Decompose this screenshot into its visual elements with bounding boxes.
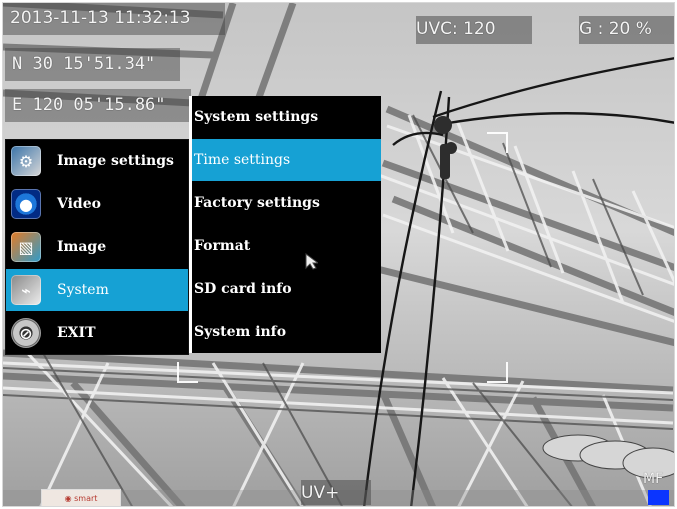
submenu-item-system-info[interactable]: System info <box>192 311 381 353</box>
menu-item-label: Image <box>57 239 107 255</box>
submenu-item-sd-card-info[interactable]: SD card info <box>192 268 381 310</box>
focus-frame-bottom-left-corner <box>177 362 198 383</box>
menu-item-label: System <box>57 282 109 298</box>
exit-icon: ⊘ <box>11 318 41 348</box>
menu-item-image[interactable]: ▧ Image <box>6 226 188 268</box>
image-icon: ▧ <box>11 232 41 262</box>
brand-logo: ◉ smart <box>41 489 121 506</box>
menu-item-exit[interactable]: ⊘ EXIT <box>6 312 188 354</box>
main-menu: ⚙ Image settings ● Video ▧ Image ⌁ Syste… <box>5 139 189 355</box>
uv-plus-display: UV+ <box>301 480 371 505</box>
submenu-item-format[interactable]: Format <box>192 225 381 267</box>
uvc-value-display: UVC: 120 <box>416 16 532 44</box>
submenu-item-time-settings[interactable]: Time settings <box>192 139 381 181</box>
system-icon: ⌁ <box>11 275 41 305</box>
menu-item-label: Video <box>57 196 101 212</box>
mouse-pointer-icon <box>305 253 318 270</box>
status-indicator-icon <box>648 490 669 505</box>
menu-item-system[interactable]: ⌁ System <box>6 269 188 311</box>
menu-item-image-settings[interactable]: ⚙ Image settings <box>6 140 188 182</box>
video-icon: ● <box>11 189 41 219</box>
focus-mode-display: MF <box>643 471 664 487</box>
system-submenu: System settings Time settings Factory se… <box>189 96 381 353</box>
gain-display: G : 20 % <box>579 16 674 44</box>
longitude-display: E 120 05'15.86" <box>5 89 191 122</box>
submenu-item-system-settings[interactable]: System settings <box>192 96 381 138</box>
menu-item-label: Image settings <box>57 153 174 169</box>
focus-frame-bottom-right-corner <box>487 362 508 383</box>
submenu-item-factory-settings[interactable]: Factory settings <box>192 182 381 224</box>
camera-screen: 2013-11-13 11:32:13 N 30 15'51.34" E 120… <box>2 2 675 507</box>
menu-item-label: EXIT <box>57 325 96 341</box>
date-time-display: 2013-11-13 11:32:13 <box>3 3 225 35</box>
latitude-display: N 30 15'51.34" <box>5 48 180 81</box>
menu-item-video[interactable]: ● Video <box>6 183 188 225</box>
focus-frame-top-right-corner <box>487 132 508 153</box>
image-settings-icon: ⚙ <box>11 146 41 176</box>
